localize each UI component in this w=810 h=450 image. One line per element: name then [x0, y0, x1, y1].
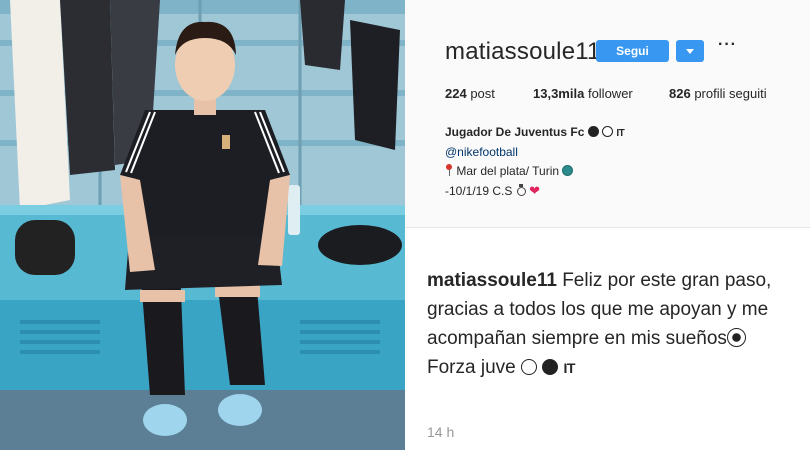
bio-name: Jugador De Juventus Fc	[445, 125, 585, 139]
stat-posts: 224 post	[445, 86, 495, 101]
profile-header: matiassoule11 Segui ··· 224 post 13,3mil…	[405, 0, 810, 228]
bio-date: -10/1/19 C.S	[445, 184, 513, 198]
following-count: 826	[669, 86, 691, 101]
posts-label: post	[470, 86, 495, 101]
caption-line2: Forza juve	[427, 357, 516, 378]
caption-line2-suffix: IT	[563, 360, 576, 376]
round-pushpin-icon	[445, 164, 453, 176]
suggestions-dropdown-button[interactable]	[676, 40, 704, 62]
soccer-ball-icon	[726, 328, 746, 347]
caption-username[interactable]: matiassoule11	[427, 270, 557, 291]
white-circle-icon	[520, 359, 537, 375]
profile-username[interactable]: matiassoule11	[445, 38, 601, 66]
black-circle-icon	[587, 126, 599, 137]
heart-icon: ❤	[529, 183, 540, 198]
globe-icon	[562, 165, 574, 176]
bio-name-suffix: IT	[616, 128, 625, 139]
more-options-icon[interactable]: ···	[718, 36, 737, 54]
post-timestamp[interactable]: 14 h	[427, 424, 454, 440]
follow-button[interactable]: Segui	[596, 40, 669, 62]
following-label: profili seguiti	[694, 86, 767, 101]
followers-count: 13,3mila	[533, 86, 585, 101]
black-circle-icon	[542, 359, 559, 375]
bio-date-line: -10/1/19 C.S ❤	[445, 181, 785, 201]
followers-label: follower	[587, 86, 633, 101]
bio-name-line: Jugador De Juventus Fc IT	[445, 123, 785, 143]
profile-bio: Jugador De Juventus Fc IT @nikefootball …	[445, 123, 785, 201]
medal-icon	[516, 184, 526, 196]
post-photo[interactable]	[0, 0, 405, 450]
caption-text: matiassoule11 Feliz por este gran paso, …	[427, 266, 799, 383]
bio-location-line: Mar del plata/ Turin	[445, 162, 785, 181]
bio-link[interactable]: @nikefootball	[445, 143, 785, 162]
bio-location: Mar del plata/ Turin	[456, 164, 560, 178]
stat-followers[interactable]: 13,3mila follower	[533, 86, 633, 101]
chevron-down-icon	[686, 48, 694, 54]
posts-count: 224	[445, 86, 467, 101]
white-circle-icon	[602, 126, 614, 137]
stat-following[interactable]: 826 profili seguiti	[669, 86, 767, 101]
post-caption: matiassoule11 Feliz por este gran paso, …	[405, 228, 810, 450]
